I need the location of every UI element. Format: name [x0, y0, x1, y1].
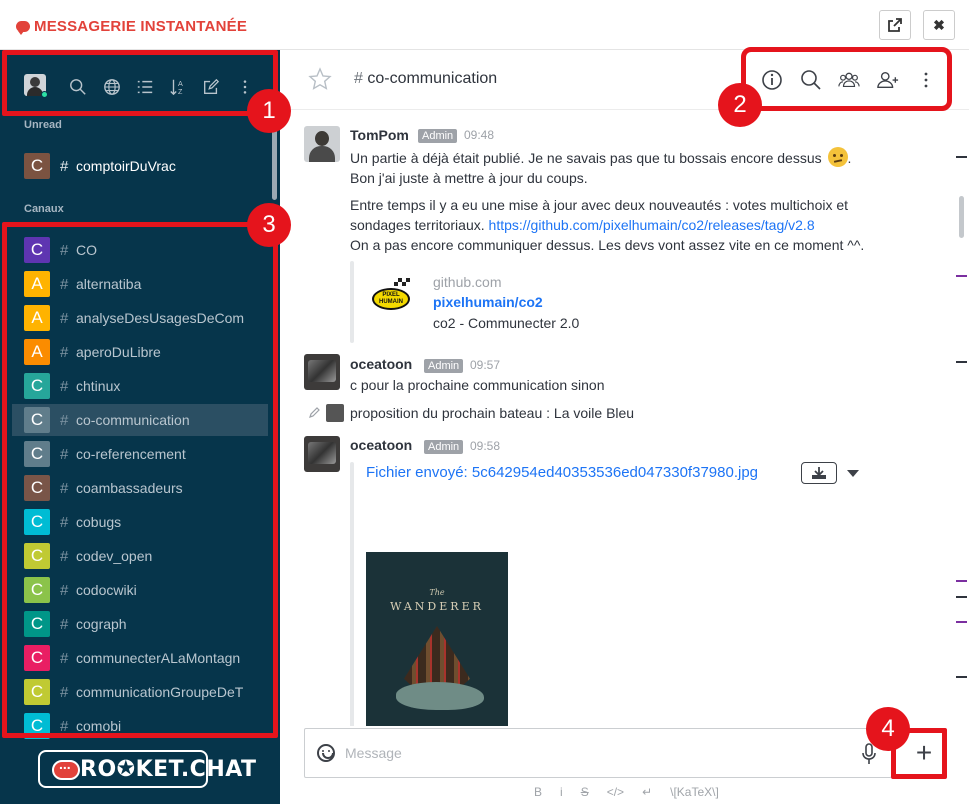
room-title-text: co-communication	[367, 70, 498, 87]
message-text: c pour la prochaine communication sinon	[350, 377, 605, 393]
external-link-icon	[888, 18, 902, 32]
role-badge: Admin	[424, 359, 464, 373]
annotation-number-2: 2	[718, 83, 762, 127]
avatar[interactable]	[304, 354, 340, 390]
timeline-tick	[956, 156, 967, 158]
timeline-tick	[956, 596, 967, 598]
katex-button[interactable]: \[KaTeX\]	[670, 785, 719, 799]
close-icon: ✖	[933, 16, 945, 33]
hash-icon: #	[60, 157, 69, 175]
rocket-chat-logo: RO✪KET.CHAT	[38, 750, 256, 788]
message-composer	[304, 728, 892, 778]
message-text: On a pas encore communiquer dessus. Les …	[350, 237, 865, 253]
close-button[interactable]: ✖	[923, 10, 955, 40]
app-title-text: MESSAGERIE INSTANTANÉE	[34, 18, 248, 35]
section-unread-label: Unread	[24, 119, 62, 131]
message-username[interactable]: oceatoon	[350, 437, 412, 453]
annotation-box-3	[2, 222, 278, 738]
italic-button[interactable]: i	[560, 785, 563, 799]
sidebar-scrollbar[interactable]	[272, 122, 277, 200]
message-list: TomPom Admin 09:48 Un partie à déjà étai…	[280, 111, 960, 726]
avatar[interactable]	[304, 126, 340, 162]
timeline-tick	[956, 361, 967, 363]
app-title: MESSAGERIE INSTANTANÉE	[16, 18, 247, 35]
link-preview-image[interactable]: PIXEL HUMAIN	[368, 276, 412, 320]
poster-subtitle: The	[429, 588, 445, 597]
main-panel: # co-communication TomPom Admin 09:48 Un…	[280, 50, 969, 804]
strike-button[interactable]: S	[581, 785, 589, 799]
message-input[interactable]	[345, 739, 825, 767]
room-title: # co-communication	[354, 70, 497, 88]
message-text: proposition du prochain bateau : La voil…	[350, 405, 635, 421]
room-name: comptoirDuVrac	[76, 158, 176, 174]
avatar[interactable]	[304, 436, 340, 472]
download-button[interactable]	[801, 462, 837, 484]
message-time: 09:58	[470, 439, 501, 453]
attachment-bar	[350, 462, 354, 726]
download-icon	[812, 467, 826, 479]
bold-button[interactable]: B	[534, 785, 542, 799]
chat-bubble-icon	[16, 21, 30, 35]
annotation-box-2	[741, 47, 952, 111]
annotation-number-4: 4	[866, 707, 910, 751]
attached-image[interactable]: The WANDERER	[366, 552, 508, 726]
logo-text: RO✪KET.CHAT	[80, 756, 257, 782]
annotation-number-3: 3	[247, 203, 291, 247]
message-username[interactable]: oceatoon	[350, 356, 412, 372]
app-topbar: MESSAGERIE INSTANTANÉE ✖	[0, 0, 969, 50]
attachment-file-link[interactable]: Fichier envoyé: 5c642954ed40353536ed0473…	[366, 464, 758, 481]
role-badge: Admin	[424, 440, 464, 454]
message-text: Entre temps il y a eu une mise à jour av…	[350, 197, 849, 213]
message-time: 09:57	[470, 358, 501, 372]
timeline-tick	[956, 621, 967, 623]
whale-drawing	[396, 682, 484, 710]
message-text: Un partie à déjà était publié. Je ne sav…	[350, 147, 851, 167]
message-username[interactable]: TomPom	[350, 127, 409, 143]
poster-title: WANDERER	[390, 600, 484, 613]
annotation-number-1: 1	[247, 89, 291, 133]
preview-site: github.com	[433, 274, 502, 290]
timeline-tick	[956, 676, 967, 678]
edited-pencil-icon	[309, 407, 320, 418]
avatar	[326, 404, 344, 422]
open-external-button[interactable]	[879, 10, 911, 40]
ship-sails-drawing	[404, 626, 470, 688]
app-window: MESSAGERIE INSTANTANÉE ✖ AZ Unread C # c…	[0, 0, 969, 804]
link-preview-bar	[350, 261, 354, 343]
sidebar-item-comptoirduvrac[interactable]: C # comptoirDuVrac	[12, 150, 268, 182]
annotation-box-1	[2, 50, 278, 116]
multiline-button[interactable]: ↵	[642, 785, 652, 799]
code-button[interactable]: </>	[607, 785, 624, 799]
confused-emoji-icon	[827, 147, 848, 167]
star-icon[interactable]	[308, 67, 332, 91]
timeline-tick	[956, 275, 967, 277]
formatting-toolbar: B i S </> ↵ \[KaTeX\]	[534, 784, 719, 800]
pixel-humain-logo: PIXEL HUMAIN	[372, 288, 410, 310]
message-scrollbar[interactable]	[959, 196, 964, 238]
role-badge: Admin	[418, 129, 458, 143]
preview-description: co2 - Communecter 2.0	[433, 315, 580, 331]
emoji-picker-icon[interactable]	[317, 744, 335, 762]
section-channels-label: Canaux	[24, 203, 64, 215]
timeline-tick	[956, 580, 967, 582]
rocket-chat-bubble-icon	[52, 756, 80, 780]
message-text: Bon j'ai juste à mettre à jour du coups.	[350, 170, 588, 186]
release-link[interactable]: https://github.com/pixelhumain/co2/relea…	[489, 217, 815, 233]
room-avatar: C	[24, 153, 50, 179]
preview-title-link[interactable]: pixelhumain/co2	[433, 294, 543, 310]
collapse-caret-icon[interactable]	[847, 470, 859, 477]
message-time: 09:48	[464, 128, 495, 142]
hash-icon: #	[354, 70, 368, 87]
message-text: sondages territoriaux. https://github.co…	[350, 217, 815, 233]
